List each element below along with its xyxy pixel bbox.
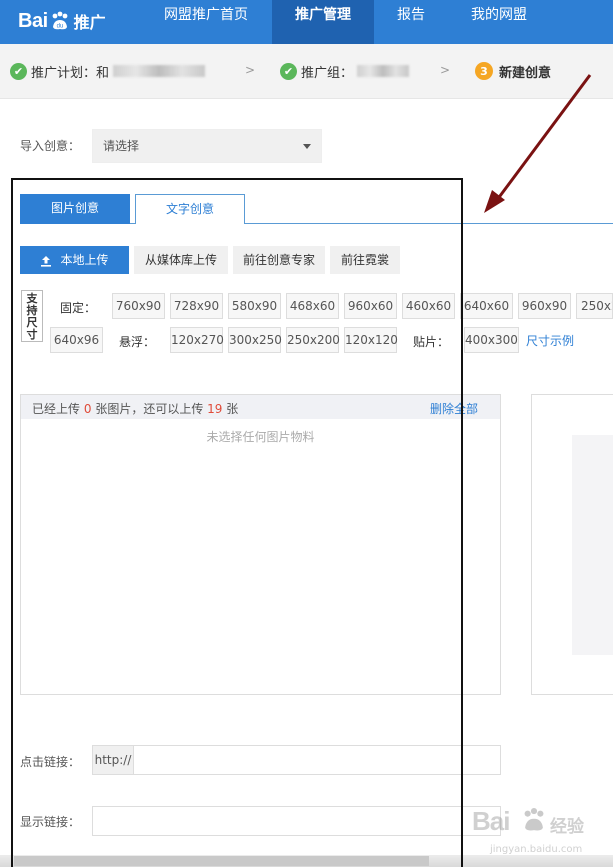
step-current-label: 新建创意 — [499, 65, 552, 81]
watermark-paw-icon — [524, 808, 544, 831]
watermark-jingyan: 经验 — [550, 817, 584, 837]
size-chip[interactable]: 400x300 — [464, 327, 519, 353]
step-number-badge: 3 — [475, 62, 493, 80]
size-example-link[interactable]: 尺寸示例 — [526, 332, 574, 349]
baidu-jingyan-watermark: Bai 经验 jingyan.baidu.com — [468, 800, 608, 864]
step-plan[interactable]: ✔ 推广计划： 和 — [10, 61, 206, 81]
nav-item-home[interactable]: 网盟推广首页 — [150, 0, 262, 44]
annotation-frame — [11, 178, 463, 867]
logo-bai: Bai — [18, 9, 48, 32]
step-separator: > — [440, 63, 451, 77]
baidu-paw-icon: du — [52, 11, 68, 30]
step-plan-label: 推广计划： — [31, 65, 97, 81]
redacted-group-name — [357, 65, 410, 77]
redacted-plan-name — [113, 65, 206, 77]
nav-item-management[interactable]: 推广管理 — [272, 0, 374, 44]
logo-du: du — [56, 24, 63, 30]
watermark-bai: Bai — [472, 806, 510, 836]
nav-item-report[interactable]: 报告 — [382, 0, 440, 44]
step-group[interactable]: ✔ 推广组： — [280, 61, 410, 81]
size-chip[interactable]: 640x60 — [460, 293, 513, 319]
nav-item-my-union[interactable]: 我的网盟 — [455, 0, 543, 44]
import-creative-select[interactable]: 请选择 — [92, 129, 322, 163]
check-icon: ✔ — [10, 62, 27, 80]
check-icon: ✔ — [280, 62, 297, 80]
baidu-tuiguang-logo[interactable]: Bai du 推广 — [18, 6, 106, 36]
step-separator: > — [245, 63, 256, 77]
step-plan-value: 和 — [96, 65, 110, 81]
size-chip[interactable]: 960x90 — [518, 293, 571, 319]
watermark-url: jingyan.baidu.com — [490, 844, 583, 855]
step-group-label: 推广组： — [301, 65, 354, 81]
step-new-creative: 3 新建创意 — [475, 61, 551, 81]
size-chip[interactable]: 250x2 — [576, 293, 613, 319]
import-select-value: 请选择 — [103, 139, 140, 153]
caret-down-icon — [303, 144, 311, 149]
step-breadcrumb: ✔ 推广计划： 和 > ✔ 推广组： > 3 新建创意 — [0, 44, 613, 99]
logo-suffix: 推广 — [73, 13, 106, 32]
import-label: 导入创意： — [20, 139, 81, 153]
top-nav: Bai du 推广 网盟推广首页 推广管理 报告 我的网盟 — [0, 0, 613, 44]
preview-placeholder — [572, 435, 613, 655]
preview-panel — [531, 394, 613, 695]
